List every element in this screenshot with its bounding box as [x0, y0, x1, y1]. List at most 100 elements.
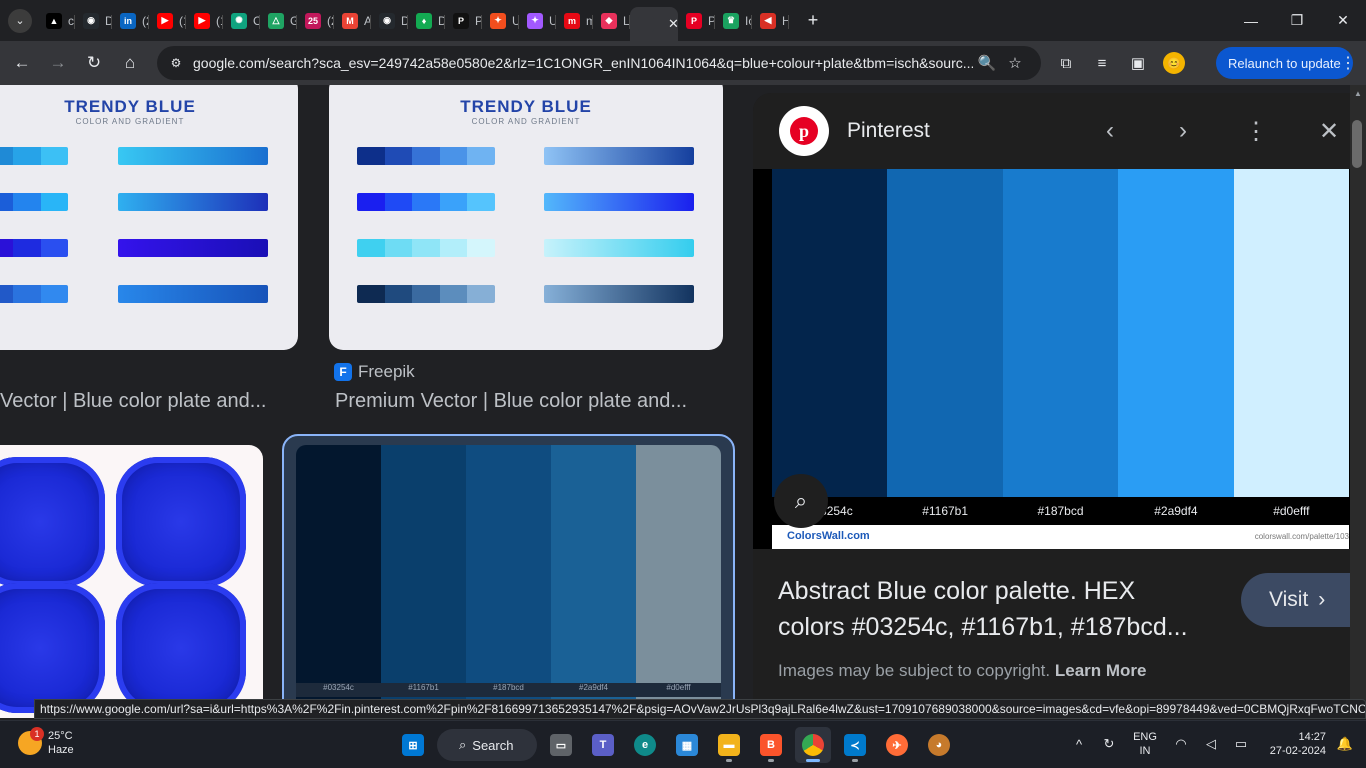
tab-chatgpt[interactable]: ▲ c: [38, 5, 75, 37]
pinterest-logo[interactable]: p: [779, 106, 829, 156]
edge-app[interactable]: e: [627, 727, 663, 763]
tab-openai[interactable]: ✺ Cl: [223, 5, 260, 37]
scroll-thumb[interactable]: [1352, 120, 1362, 168]
weather-badge: 1: [30, 727, 44, 741]
url-text[interactable]: google.com/search?sca_esv=249742a58e0580…: [193, 55, 973, 71]
chevron-down-icon: ⌄: [15, 15, 25, 27]
back-button[interactable]: ←: [4, 45, 40, 81]
reload-button[interactable]: ↻: [76, 45, 112, 81]
relaunch-button[interactable]: Relaunch to update: [1216, 47, 1353, 79]
swatch-row: [0, 147, 68, 165]
lang-line2: IN: [1139, 745, 1151, 757]
side-panel-icon[interactable]: ▣: [1124, 47, 1152, 79]
swatch-row: [357, 147, 495, 165]
scrollbar[interactable]: ▲: [1350, 85, 1366, 718]
language-indicator[interactable]: ENG IN: [1128, 730, 1162, 758]
panel-source-name[interactable]: Pinterest: [847, 119, 930, 143]
sync-icon[interactable]: ↻: [1098, 729, 1120, 759]
tab-gmail[interactable]: MA: [334, 5, 371, 37]
tab-diamond[interactable]: ◆ Lo: [593, 5, 630, 37]
site-info-icon[interactable]: ⚙: [165, 52, 187, 74]
extensions-icon[interactable]: ⧉: [1052, 47, 1080, 79]
clock[interactable]: 14:27 27-02-2024: [1260, 730, 1326, 758]
bookmark-star-icon[interactable]: ☆: [1001, 49, 1029, 77]
learn-more-link[interactable]: Learn More: [1055, 661, 1147, 680]
minimize-button[interactable]: —: [1228, 0, 1274, 41]
tab-pinterest[interactable]: P Pi: [678, 5, 715, 37]
result-caption-1[interactable]: Vector | Blue color plate and...: [0, 390, 300, 413]
scroll-up-icon[interactable]: ▲: [1354, 89, 1362, 98]
tab-figma[interactable]: ✦ U: [519, 5, 556, 37]
volume-icon[interactable]: ◁: [1200, 729, 1222, 759]
vscode-app[interactable]: ≺: [837, 727, 873, 763]
panel-header: p Pinterest ‹ › ⋮ ✕: [753, 93, 1366, 169]
weather-widget[interactable]: 1 25°C Haze: [18, 727, 74, 757]
close-window-button[interactable]: ✕: [1320, 0, 1366, 41]
preview-image[interactable]: #03254c #1167b1 #187bcd #2a9df4 #d0efff Colo…: [753, 169, 1366, 549]
tab-crown[interactable]: ♛ Ic: [715, 5, 752, 37]
running-indicator: [768, 759, 774, 762]
tab-m[interactable]: mm: [556, 5, 593, 37]
zoom-icon[interactable]: 🔍: [973, 49, 1001, 77]
visit-button[interactable]: Visit ›: [1241, 573, 1366, 627]
tab-search-button[interactable]: ⌄: [8, 8, 32, 33]
lens-search-icon[interactable]: ⌕: [774, 474, 828, 528]
result-image-1[interactable]: TRENDY BLUE COLOR AND GRADIENT: [0, 85, 298, 350]
file-explorer-app[interactable]: ▬: [711, 727, 747, 763]
postman-app[interactable]: ✈: [879, 727, 915, 763]
more-options-icon[interactable]: ⋮: [1240, 115, 1272, 147]
tab-github[interactable]: ◉ D: [371, 5, 408, 37]
vscode-icon: ≺: [844, 734, 866, 756]
battery-icon[interactable]: ▭: [1230, 729, 1252, 759]
tab-mongodb[interactable]: ♦ D: [408, 5, 445, 37]
restore-button[interactable]: ❐: [1274, 0, 1320, 41]
next-icon[interactable]: ›: [1167, 115, 1199, 147]
tab-github[interactable]: ◉ D: [75, 5, 112, 37]
palette-hex-label: #2a9df4: [579, 683, 608, 692]
teams-app[interactable]: T: [585, 727, 621, 763]
palette-hex-label: #d0efff: [1273, 504, 1310, 518]
tab-label: Ic: [745, 13, 752, 28]
tab-p[interactable]: P Pl: [445, 5, 482, 37]
toolbar-actions: ⧉ ≡ ▣ 😊: [1052, 47, 1188, 79]
tab-speaker[interactable]: ◀ H: [752, 5, 789, 37]
tab-youtube[interactable]: ▶ (1: [186, 5, 223, 37]
result-source-2[interactable]: F Freepik: [334, 362, 415, 382]
media-controls-icon[interactable]: ≡: [1088, 47, 1116, 79]
forward-button[interactable]: →: [40, 45, 76, 81]
tab-linkedin[interactable]: in (2: [112, 5, 149, 37]
palette-swatch: [887, 169, 1003, 497]
notification-bell-icon[interactable]: 🔔: [1334, 729, 1356, 759]
youtube-icon: ▶: [157, 12, 173, 29]
chrome-app[interactable]: [795, 727, 831, 763]
result-caption-2[interactable]: Premium Vector | Blue color plate and...: [335, 390, 725, 413]
previous-icon[interactable]: ‹: [1094, 115, 1126, 147]
taskbar-search[interactable]: ⌕ Search: [437, 729, 537, 761]
profile-button[interactable]: 😊: [1160, 47, 1188, 79]
address-bar[interactable]: ⚙ google.com/search?sca_esv=249742a58e05…: [157, 46, 1041, 80]
tab-google[interactable]: bl✕: [630, 7, 679, 41]
store-app[interactable]: ▦: [669, 727, 705, 763]
result-image-3[interactable]: [0, 445, 263, 718]
freepik-icon: F: [334, 363, 352, 381]
task-view-button[interactable]: ▭: [543, 727, 579, 763]
tab-youtube[interactable]: ▶ (1: [149, 5, 186, 37]
tab-list: ▲c◉Din(2▶(1▶(1✺Cl△G25(2MA◉D♦DPPl✦U✦Umm◆L…: [38, 0, 789, 41]
result-image-2[interactable]: TRENDY BLUE COLOR AND GRADIENT: [329, 85, 723, 350]
tab-notification[interactable]: 25 (2: [297, 5, 334, 37]
brave-app[interactable]: B: [753, 727, 789, 763]
tab-label: H: [782, 13, 789, 28]
pet-app[interactable]: ◕: [921, 727, 957, 763]
running-indicator: [806, 759, 820, 762]
chrome-menu-icon[interactable]: ⋮: [1336, 49, 1360, 77]
start-button[interactable]: ⊞: [395, 727, 431, 763]
preview-title[interactable]: Abstract Blue color palette. HEX colors …: [778, 573, 1223, 645]
new-tab-button[interactable]: +: [799, 7, 827, 35]
tab-figma[interactable]: ✦ U: [482, 5, 519, 37]
tab-google-drive[interactable]: △ G: [260, 5, 297, 37]
chevron-up-icon[interactable]: ^: [1068, 729, 1090, 759]
home-button[interactable]: ⌂: [112, 45, 148, 81]
wifi-icon[interactable]: ◠: [1170, 729, 1192, 759]
close-panel-icon[interactable]: ✕: [1313, 115, 1345, 147]
result-image-4[interactable]: [296, 445, 721, 715]
